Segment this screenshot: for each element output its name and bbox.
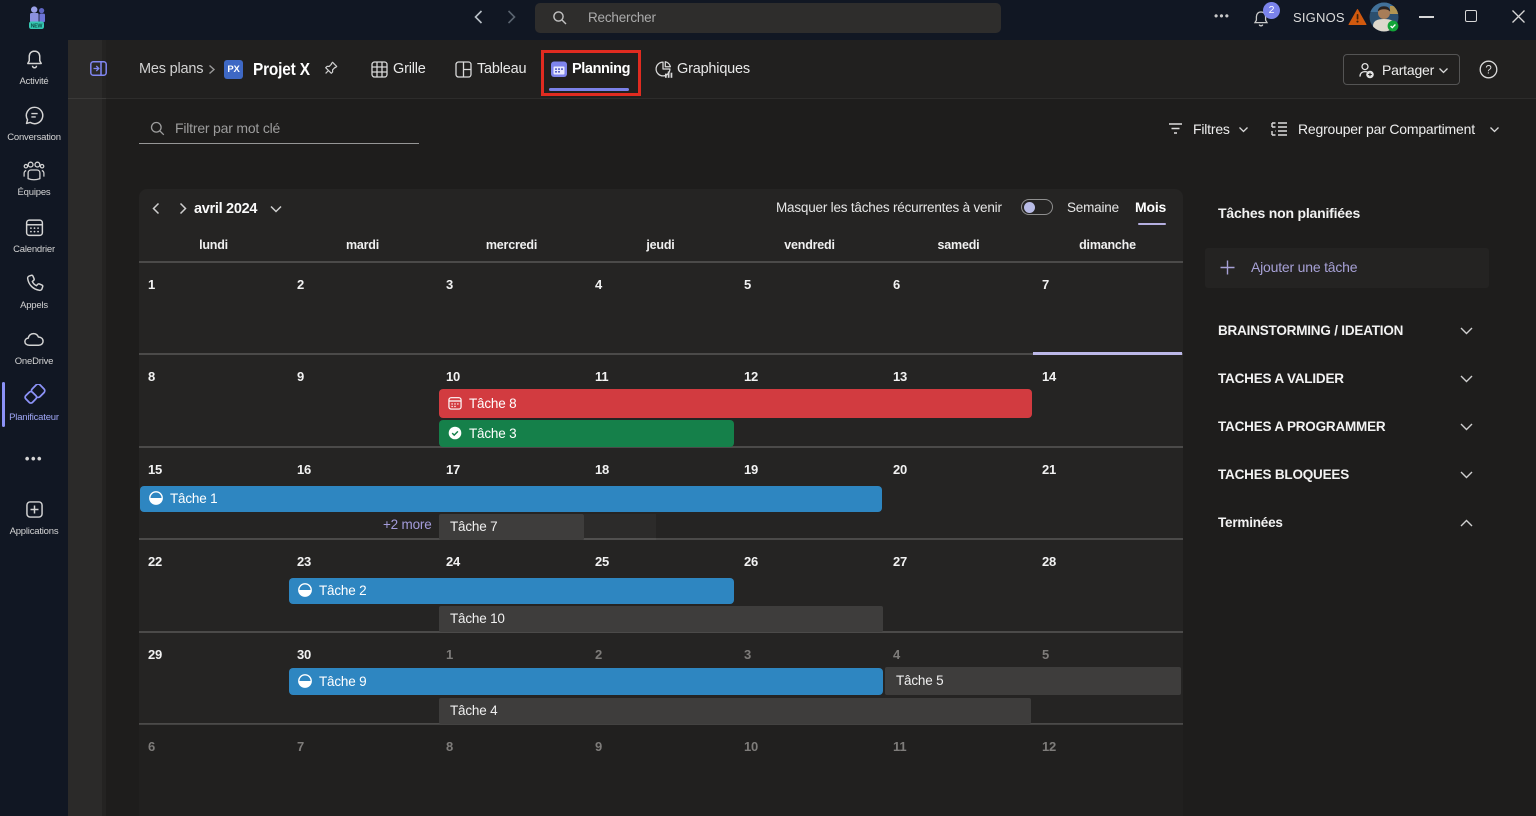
svg-text:?: ?	[1485, 65, 1491, 77]
svg-text:NEW: NEW	[31, 23, 43, 29]
